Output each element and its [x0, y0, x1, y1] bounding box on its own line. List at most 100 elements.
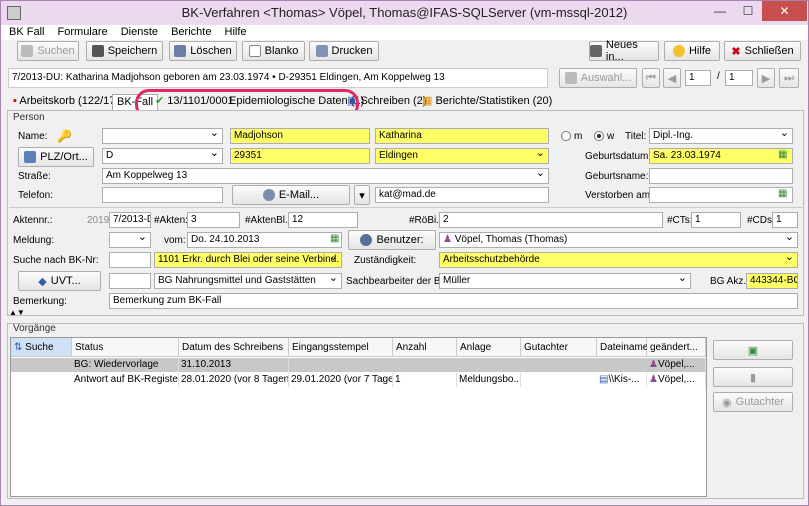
neues-in-button[interactable]: Neues in...: [589, 39, 659, 63]
bk-nr-field[interactable]: [109, 252, 151, 268]
geburtsdatum-label: Geburtsdatum:: [585, 151, 652, 162]
verstorben-field[interactable]: [649, 187, 793, 203]
roebi-field[interactable]: 2: [439, 212, 663, 228]
geburtsname-label: Geburtsname:: [585, 171, 649, 182]
next-icon: ▶: [761, 72, 771, 85]
uvt-button[interactable]: ◆ UVT...: [18, 271, 101, 291]
vorname-field[interactable]: Katharina: [375, 128, 549, 144]
minimize-button[interactable]: —: [706, 1, 734, 21]
benutzer-select[interactable]: ♟ Vöpel, Thomas (Thomas): [439, 232, 798, 248]
calendar-icon[interactable]: ▦: [778, 149, 787, 160]
folder-icon: ▪: [13, 95, 17, 107]
user-icon: [360, 234, 373, 246]
land-select[interactable]: D: [102, 148, 223, 164]
menu-formulare[interactable]: Formulare: [58, 26, 108, 38]
menu-dienste[interactable]: Dienste: [121, 26, 158, 38]
geburtsname-field[interactable]: [649, 168, 793, 184]
vorgaenge-table: ⇅ Suche Status Datum des Schreibens Eing…: [10, 337, 707, 497]
cell-eingangsstempel: 29.01.2020 (vor 7 Tagen): [291, 373, 393, 387]
menu-bk-fall[interactable]: BK Fall: [9, 26, 44, 38]
zustaendigkeit-select[interactable]: Arbeitsschutzbehörde: [439, 252, 798, 268]
geburtsdatum-field[interactable]: Sa. 23.03.1974: [649, 148, 793, 164]
cds-field[interactable]: 1: [772, 212, 798, 228]
nachname-field[interactable]: Madjohson: [230, 128, 370, 144]
aktennr-field[interactable]: 7/2013-D: [109, 212, 151, 228]
calendar-icon[interactable]: ▦: [330, 233, 339, 244]
last-record-button[interactable]: ⏭: [779, 68, 799, 88]
auswahl-button[interactable]: Auswahl...: [559, 68, 637, 88]
next-record-button[interactable]: ▶: [757, 68, 775, 88]
drucken-button[interactable]: Drucken: [309, 41, 379, 61]
name-label: Name:: [18, 131, 48, 142]
new-vorgang-button[interactable]: ▣: [713, 340, 793, 360]
telefon-field[interactable]: [102, 187, 223, 203]
prev-icon: ◀: [667, 72, 677, 85]
vom-label: vom:: [164, 235, 186, 246]
email-dropdown-button[interactable]: ▾: [354, 185, 370, 205]
aktenbl-field[interactable]: 12: [288, 212, 358, 228]
header-datum[interactable]: Datum des Schreibens: [179, 338, 289, 357]
header-status[interactable]: Status: [72, 338, 179, 357]
menu-hilfe[interactable]: Hilfe: [225, 26, 247, 38]
uvt-select[interactable]: BG Nahrungsmittel und Gaststätten: [154, 273, 342, 289]
calendar-icon[interactable]: ▦: [778, 188, 787, 199]
sachbearbeiter-select[interactable]: Müller: [439, 273, 691, 289]
benutzer-button[interactable]: Benutzer:: [348, 230, 436, 250]
maximize-button[interactable]: ☐: [734, 1, 762, 21]
jahr-value: 2019: [87, 215, 110, 226]
bemerkung-field[interactable]: Bemerkung zum BK-Fall: [109, 293, 798, 309]
schliessen-button[interactable]: ✖ Schließen: [724, 41, 801, 61]
record-number-field[interactable]: 1: [685, 70, 711, 86]
header-anzahl[interactable]: Anzahl: [393, 338, 457, 357]
close-window-button[interactable]: ✕: [762, 1, 807, 21]
titel-label: Titel:: [625, 131, 647, 142]
header-dateiname[interactable]: Dateiname: [597, 338, 648, 357]
header-geaendert[interactable]: geändert...: [647, 338, 706, 357]
speichern-button[interactable]: Speichern: [86, 41, 163, 61]
gender-w-radio[interactable]: [594, 131, 604, 141]
vom-field[interactable]: Do. 24.10.2013: [187, 232, 342, 248]
strasse-select[interactable]: Am Koppelweg 13: [102, 168, 549, 184]
hilfe-button[interactable]: Hilfe: [664, 41, 720, 61]
akten-field[interactable]: 3: [187, 212, 240, 228]
bk-select[interactable]: 1101 Erkr. durch Blei oder seine Verbind…: [154, 252, 342, 268]
blanko-button[interactable]: Blanko: [242, 41, 305, 61]
first-record-button[interactable]: ⏮: [642, 68, 660, 88]
cts-field[interactable]: 1: [691, 212, 741, 228]
loeschen-button[interactable]: Löschen: [169, 41, 237, 61]
suchen-button[interactable]: Suchen: [17, 41, 79, 61]
email-icon: [262, 189, 275, 201]
email-button[interactable]: E-Mail...: [232, 185, 350, 205]
tab-berichte-statistiken[interactable]: ▦ Berichte/Statistiken (20): [418, 94, 556, 110]
email-field[interactable]: kat@mad.de: [375, 187, 549, 203]
gutachter-button[interactable]: ◉ Gutachter: [713, 392, 793, 412]
plz-field[interactable]: 29351: [230, 148, 370, 164]
search-icon: [21, 45, 34, 57]
delete-vorgang-button[interactable]: ▮: [713, 367, 793, 387]
aktennr-label: Aktennr.:: [13, 215, 53, 226]
menu-bar: BK Fall Formulare Dienste Berichte Hilfe: [1, 25, 808, 40]
tab-arbeitskorb[interactable]: ▪ Arbeitskorb (122/17): [9, 94, 123, 110]
splitter-arrows-icon[interactable]: ▲▼: [9, 308, 25, 317]
person-icon: ◉: [722, 396, 732, 409]
cds-label: #CDs:: [747, 215, 775, 226]
header-gutachter[interactable]: Gutachter: [521, 338, 597, 357]
key-icon: 🔑: [57, 129, 72, 143]
menu-berichte[interactable]: Berichte: [171, 26, 211, 38]
gender-m-radio[interactable]: [561, 131, 571, 141]
titel-select[interactable]: Dipl.-Ing.: [649, 128, 793, 144]
meldung-select[interactable]: [109, 232, 151, 248]
uvt-nr-field[interactable]: [109, 273, 151, 289]
ort-select[interactable]: Eldingen: [375, 148, 549, 164]
record-total-field: 1: [725, 70, 753, 86]
header-anlage[interactable]: Anlage: [457, 338, 521, 357]
header-eingangsstempel[interactable]: Eingangsstempel: [289, 338, 393, 357]
cell-dateiname: ▤\\Kis-...: [597, 373, 647, 387]
plz-ort-button[interactable]: PLZ/Ort...: [18, 147, 94, 167]
first-icon: ⏮: [646, 71, 656, 84]
header-suche[interactable]: ⇅ Suche: [11, 338, 72, 357]
bg-akz-field[interactable]: 443344-BG: [746, 273, 798, 289]
trash-icon: ▮: [749, 371, 757, 384]
prev-record-button[interactable]: ◀: [663, 68, 681, 88]
anrede-select[interactable]: [102, 128, 223, 144]
